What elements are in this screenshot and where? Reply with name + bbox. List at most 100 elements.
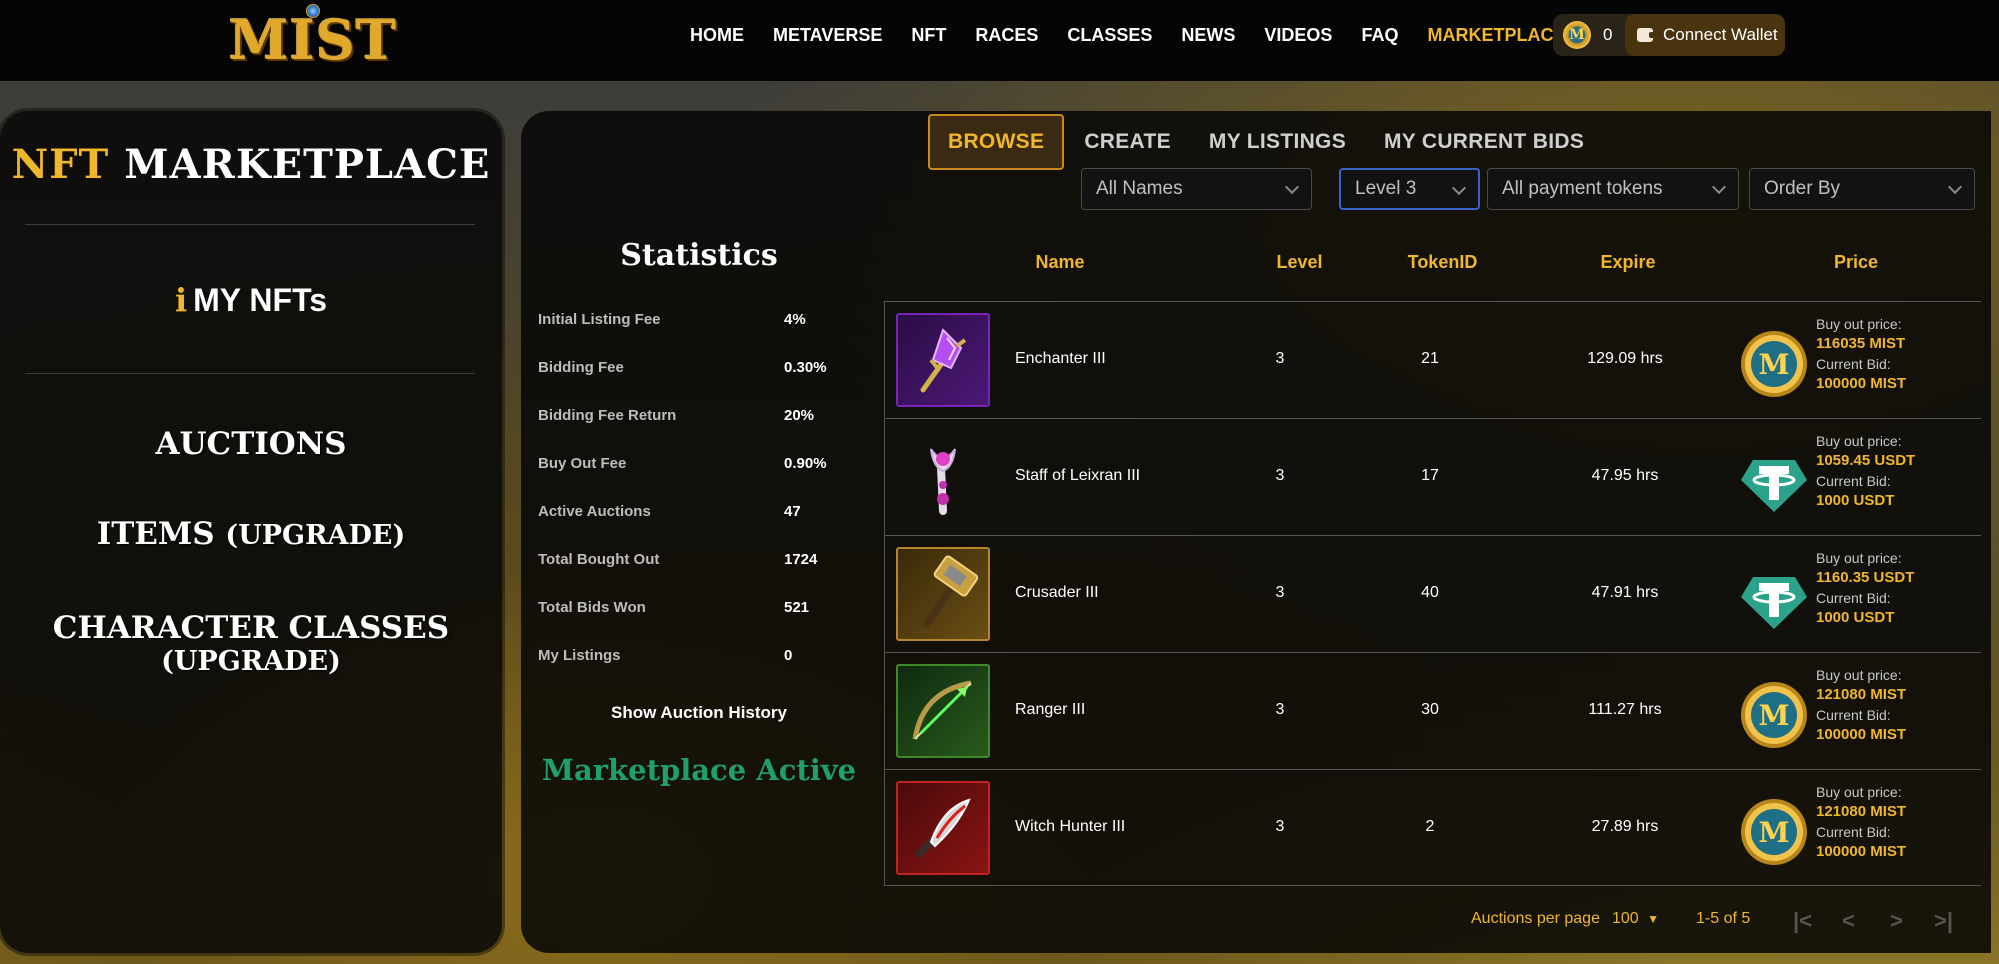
chevron-down-icon bbox=[1947, 179, 1963, 195]
tab-my-current-bids[interactable]: MY CURRENT BIDS bbox=[1384, 130, 1584, 154]
mist-coin-icon: M bbox=[1741, 799, 1807, 865]
tab-my-listings[interactable]: MY LISTINGS bbox=[1209, 130, 1346, 154]
item-name: Witch Hunter III bbox=[1015, 818, 1126, 835]
top-navbar: MIST HOME METAVERSE NFT RACES CLASSES NE… bbox=[0, 0, 1999, 81]
price-block: Buy out price: 116035 MIST Current Bid: … bbox=[1816, 314, 1976, 394]
connect-wallet-button[interactable]: Connect Wallet bbox=[1625, 14, 1785, 56]
sidebar-divider bbox=[25, 373, 475, 374]
marketplace-sidebar: NFT MARKETPLACE i MY NFTs AUCTIONS ITEMS … bbox=[0, 111, 502, 953]
stat-label: Bidding Fee Return bbox=[538, 407, 677, 424]
tab-create[interactable]: CREATE bbox=[1084, 130, 1171, 154]
svg-text:M: M bbox=[1759, 699, 1790, 732]
prev-page-icon[interactable]: < bbox=[1842, 908, 1855, 934]
chevron-down-icon bbox=[1711, 179, 1727, 195]
item-name: Staff of Leixran III bbox=[1015, 467, 1141, 484]
per-page-label: Auctions per page bbox=[1471, 910, 1600, 927]
current-bid: 1000 USDT bbox=[1816, 492, 1895, 509]
buyout-price: 1160.35 USDT bbox=[1816, 569, 1915, 586]
tab-browse[interactable]: BROWSE bbox=[928, 114, 1065, 170]
current-bid: 100000 MIST bbox=[1816, 843, 1907, 860]
wallet-icon bbox=[1637, 28, 1655, 42]
info-icon: i bbox=[174, 281, 188, 319]
ranger-bow-icon bbox=[896, 664, 990, 758]
stat-value: 0.30% bbox=[784, 359, 827, 376]
table-row[interactable]: Enchanter III 3 21 129.09 hrs M Buy out … bbox=[885, 301, 1981, 418]
stat-value: 1724 bbox=[784, 551, 818, 568]
current-bid-label: Current Bid: bbox=[1816, 824, 1891, 840]
witch-hunter-blade-icon bbox=[896, 781, 990, 875]
first-page-icon[interactable]: |< bbox=[1793, 908, 1812, 934]
auction-table: Enchanter III 3 21 129.09 hrs M Buy out … bbox=[884, 301, 1981, 886]
svg-text:M: M bbox=[1759, 816, 1790, 849]
item-token-id: 2 bbox=[1425, 818, 1435, 835]
nav-news[interactable]: NEWS bbox=[1181, 22, 1235, 50]
nav-faq[interactable]: FAQ bbox=[1361, 22, 1398, 50]
usdt-coin-icon bbox=[1741, 577, 1807, 629]
col-header-price[interactable]: Price bbox=[1806, 252, 1906, 273]
item-expire: 47.91 hrs bbox=[1591, 584, 1659, 601]
stat-label: Total Bought Out bbox=[538, 551, 660, 568]
auctions-link[interactable]: AUCTIONS bbox=[0, 427, 502, 461]
stat-value: 4% bbox=[784, 311, 806, 328]
names-filter-select[interactable]: All Names bbox=[1081, 168, 1312, 210]
next-page-icon[interactable]: > bbox=[1890, 908, 1903, 934]
items-upgrade-link[interactable]: ITEMS (UPGRADE) bbox=[0, 517, 502, 553]
my-nfts-link[interactable]: i MY NFTs bbox=[0, 281, 502, 319]
character-classes-link[interactable]: CHARACTER CLASSES (UPGRADE) bbox=[0, 611, 502, 679]
order-by-select[interactable]: Order By bbox=[1749, 168, 1975, 210]
per-page-select[interactable]: 100 ▼ bbox=[1612, 910, 1659, 928]
item-expire: 27.89 hrs bbox=[1591, 818, 1659, 835]
chevron-down-icon bbox=[1451, 180, 1467, 196]
payment-token-filter-select[interactable]: All payment tokens bbox=[1487, 168, 1739, 210]
mist-logo[interactable]: MIST bbox=[228, 4, 398, 76]
mist-coin-icon: M bbox=[1741, 331, 1807, 397]
sidebar-title-nft: NFT bbox=[11, 141, 110, 188]
current-bid: 100000 MIST bbox=[1816, 726, 1907, 743]
nav-marketplace[interactable]: MARKETPLACE bbox=[1427, 22, 1565, 50]
table-row[interactable]: Witch Hunter III 3 2 27.89 hrs M Buy out… bbox=[885, 769, 1981, 886]
nav-metaverse[interactable]: METAVERSE bbox=[773, 22, 882, 50]
stat-value: 0 bbox=[784, 647, 793, 664]
marketplace-status: Marketplace Active bbox=[541, 753, 857, 787]
item-name: Ranger III bbox=[1015, 701, 1086, 718]
stat-label: My Listings bbox=[538, 647, 621, 664]
level-filter-select[interactable]: Level 3 bbox=[1339, 168, 1480, 210]
order-by-value: Order By bbox=[1764, 178, 1841, 199]
items-sub-label: (UPGRADE) bbox=[225, 520, 406, 551]
mist-coin-icon: M bbox=[1563, 21, 1591, 49]
col-header-level[interactable]: Level bbox=[1262, 252, 1337, 273]
svg-text:M: M bbox=[1759, 348, 1790, 381]
nav-classes[interactable]: CLASSES bbox=[1067, 22, 1152, 50]
item-name: Crusader III bbox=[1015, 584, 1099, 601]
page-range: 1-5 of 5 bbox=[1696, 910, 1751, 927]
buyout-label: Buy out price: bbox=[1816, 433, 1902, 449]
item-expire: 129.09 hrs bbox=[1587, 350, 1663, 367]
per-page-value: 100 bbox=[1612, 910, 1639, 927]
crusader-hammer-icon bbox=[896, 547, 990, 641]
table-row[interactable]: Ranger III 3 30 111.27 hrs M Buy out pri… bbox=[885, 652, 1981, 769]
show-auction-history-button[interactable]: Show Auction History bbox=[538, 703, 860, 723]
leixran-staff-icon bbox=[896, 430, 990, 524]
nav-home[interactable]: HOME bbox=[690, 22, 744, 50]
col-header-tokenid[interactable]: TokenID bbox=[1395, 252, 1490, 273]
table-row[interactable]: Crusader III 3 40 47.91 hrs Buy out pric… bbox=[885, 535, 1981, 652]
table-row[interactable]: Staff of Leixran III 3 17 47.95 hrs Buy … bbox=[885, 418, 1981, 535]
last-page-icon[interactable]: >| bbox=[1934, 908, 1953, 934]
stat-label: Total Bids Won bbox=[538, 599, 646, 616]
caret-down-icon: ▼ bbox=[1647, 912, 1660, 926]
connect-wallet-label: Connect Wallet bbox=[1663, 25, 1778, 44]
nav-videos[interactable]: VIDEOS bbox=[1264, 22, 1332, 50]
buyout-price: 121080 MIST bbox=[1816, 803, 1907, 820]
col-header-expire[interactable]: Expire bbox=[1578, 252, 1678, 273]
nav-nft[interactable]: NFT bbox=[911, 22, 946, 50]
sidebar-divider bbox=[25, 224, 475, 225]
stat-label: Active Auctions bbox=[538, 503, 651, 520]
stat-value: 47 bbox=[784, 503, 801, 520]
current-bid-label: Current Bid: bbox=[1816, 590, 1891, 606]
item-level: 3 bbox=[1275, 584, 1285, 601]
item-expire: 111.27 hrs bbox=[1588, 701, 1662, 718]
current-bid-label: Current Bid: bbox=[1816, 356, 1891, 372]
nav-races[interactable]: RACES bbox=[975, 22, 1038, 50]
col-header-name[interactable]: Name bbox=[1008, 252, 1112, 273]
item-expire: 47.95 hrs bbox=[1591, 467, 1659, 484]
